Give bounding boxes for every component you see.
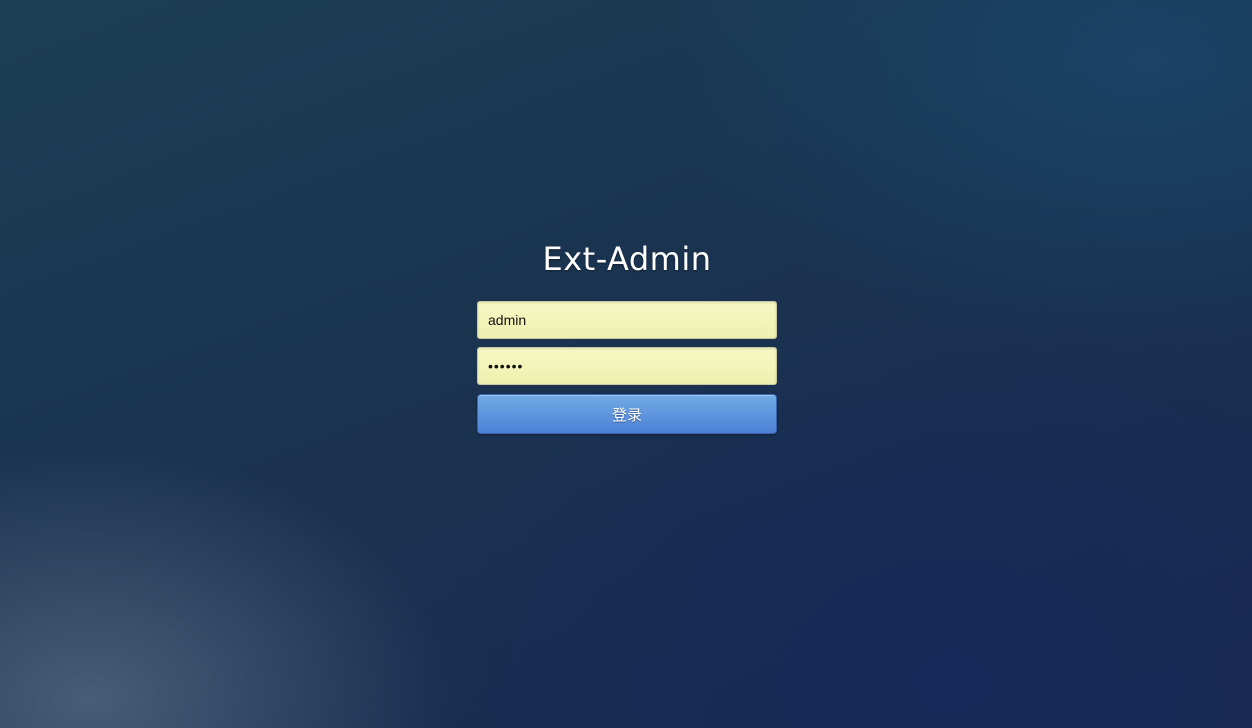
app-title: Ext-Admin (542, 240, 712, 278)
login-button[interactable]: 登录 (477, 394, 777, 434)
password-input[interactable] (477, 347, 777, 385)
username-input[interactable] (477, 301, 777, 339)
login-form: Ext-Admin 登录 (477, 236, 777, 434)
